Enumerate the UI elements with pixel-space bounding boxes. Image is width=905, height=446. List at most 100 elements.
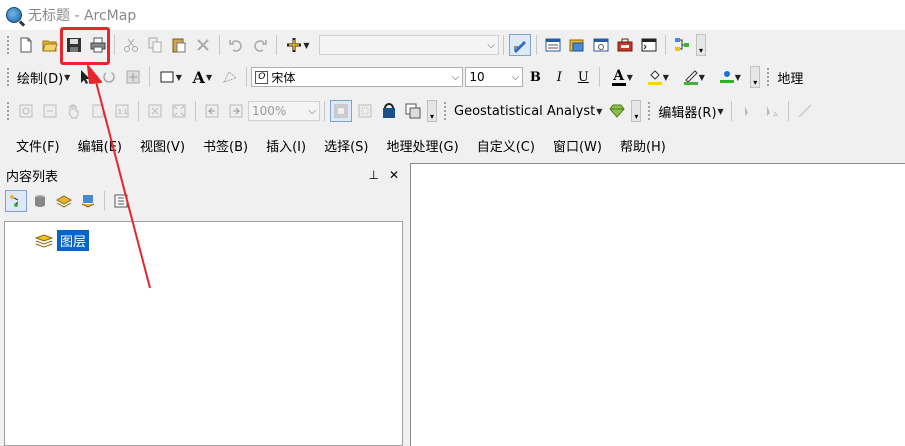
italic-button[interactable]: I [548,66,570,88]
undo-button[interactable] [225,34,247,56]
toc-window-icon [545,38,561,52]
delete-button[interactable] [192,34,214,56]
separator [104,191,105,211]
redo-button[interactable] [249,34,271,56]
edit-tool-button[interactable] [737,100,759,122]
font-color-letter: A [613,67,625,84]
menu-windows[interactable]: 窗口(W) [547,136,608,155]
toolbar-overflow-button[interactable]: ▾ [631,100,642,122]
whole-page-icon [92,104,104,118]
data-driven-pages-button[interactable] [402,100,424,122]
edit-annotation-button[interactable]: A [761,100,783,122]
zoom-100-button[interactable]: 1:1 [111,100,133,122]
list-by-selection-button[interactable] [77,190,99,212]
fixed-zoom-out-button[interactable] [168,100,190,122]
rotate-element-button[interactable] [98,66,120,88]
font-color-button[interactable]: A ▼ [605,66,639,88]
zoom-percent-combo[interactable]: 100% ⌵ [248,101,320,121]
new-document-button[interactable] [15,34,37,56]
opentype-font-icon: O [255,70,269,84]
toc-options-button[interactable] [110,190,132,212]
toolbar-grip[interactable] [6,101,10,121]
new-document-icon [20,37,32,53]
toc-toolbar [0,187,405,215]
paste-button[interactable] [168,34,190,56]
straight-segment-icon [798,104,812,118]
zoom-to-elements-button[interactable] [122,66,144,88]
undo-arrow-icon [229,40,242,52]
zoom-100-icon: 1:1 [115,104,129,118]
menu-help[interactable]: 帮助(H) [614,136,672,155]
line-color-button[interactable]: ▼ [677,66,711,88]
menu-customize[interactable]: 自定义(C) [471,136,541,155]
menu-insert[interactable]: 插入(I) [260,136,312,155]
dropdown-arrow-icon: ▼ [205,72,213,82]
layout-pan-button[interactable] [63,100,85,122]
scissors-icon [124,38,138,52]
toolbar-overflow-button[interactable]: ▾ [750,66,761,88]
fill-color-button[interactable]: ▼ [641,66,675,88]
font-name-combo[interactable]: O 宋体 ⌵ [251,67,464,87]
pin-icon[interactable]: ⊥ [368,168,378,182]
zoom-whole-page-button[interactable] [87,100,109,122]
menu-selection[interactable]: 选择(S) [318,136,374,155]
bold-button[interactable]: B [524,66,546,88]
layout-zoom-out-button[interactable] [39,100,61,122]
draw-menu-button[interactable]: 绘制(D) ▼ [14,68,73,87]
zoom-percent-value: 100% [252,104,287,118]
select-elements-button[interactable] [74,66,96,88]
visibility-layers-icon [56,195,72,208]
toolbar-grip[interactable] [647,101,652,121]
next-extent-button[interactable] [225,100,247,122]
map-scale-combo[interactable]: ⌵ [319,35,499,55]
menu-bookmarks[interactable]: 书签(B) [197,136,254,155]
catalog-window-button[interactable] [566,34,588,56]
layout-zoom-in-button[interactable] [15,100,37,122]
marker-color-button[interactable]: ▼ [713,66,747,88]
cut-button[interactable] [120,34,142,56]
editor-menu[interactable]: 编辑器(R) ▼ [655,102,726,121]
chevron-down-icon: ⌵ [511,71,520,83]
toolbar-overflow-button[interactable]: ▾ [427,100,437,122]
editor-menu-label: 编辑器(R) [658,105,717,121]
add-data-button[interactable]: ▼ [282,34,314,56]
toolbar-grip[interactable] [766,67,771,87]
layer-root-label[interactable]: 图层 [57,230,90,251]
editor-toolbar-button[interactable] [509,34,531,56]
change-layout-button[interactable] [378,100,400,122]
menu-edit[interactable]: 编辑(E) [72,136,128,155]
map-data-view[interactable] [410,163,905,446]
toolbar-grip[interactable] [6,67,10,87]
new-text-button[interactable]: A ▼ [187,66,217,88]
layer-tree-root[interactable]: 图层 [35,230,90,251]
list-by-visibility-button[interactable] [53,190,75,212]
open-button[interactable] [39,34,61,56]
python-window-button[interactable] [638,34,660,56]
straight-segment-button[interactable] [794,100,816,122]
font-size-combo[interactable]: 10 ⌵ [465,67,524,87]
toolbar-grip[interactable] [443,101,447,121]
menu-view[interactable]: 视图(V) [134,136,191,155]
table-of-contents-button[interactable] [542,34,564,56]
modelbuilder-button[interactable] [671,34,693,56]
edit-vertices-button[interactable] [219,66,241,88]
arctoolbox-button[interactable] [614,34,636,56]
rectangle-tool-button[interactable]: ▼ [155,66,185,88]
menu-geoprocessing[interactable]: 地理处理(G) [380,136,464,155]
geoprocessing-toolbar-label[interactable]: 地理 [774,68,806,87]
geostatistical-wizard-button[interactable] [606,100,628,122]
menu-file[interactable]: 文件(F) [10,136,66,155]
geostatistical-analyst-menu[interactable]: Geostatistical Analyst ▼ [451,104,605,119]
focus-data-frame-button[interactable] [354,100,376,122]
previous-extent-button[interactable] [201,100,223,122]
toolbar-grip[interactable] [6,35,10,55]
fixed-zoom-in-button[interactable] [144,100,166,122]
list-by-drawing-order-button[interactable] [5,190,27,212]
copy-button[interactable] [144,34,166,56]
toolbar-overflow-button[interactable]: ▾ [696,34,706,56]
list-by-source-button[interactable] [29,190,51,212]
search-window-button[interactable] [590,34,612,56]
toggle-draft-mode-button[interactable] [330,100,352,122]
underline-button[interactable]: U [572,66,594,88]
close-icon[interactable]: ✕ [389,168,399,182]
